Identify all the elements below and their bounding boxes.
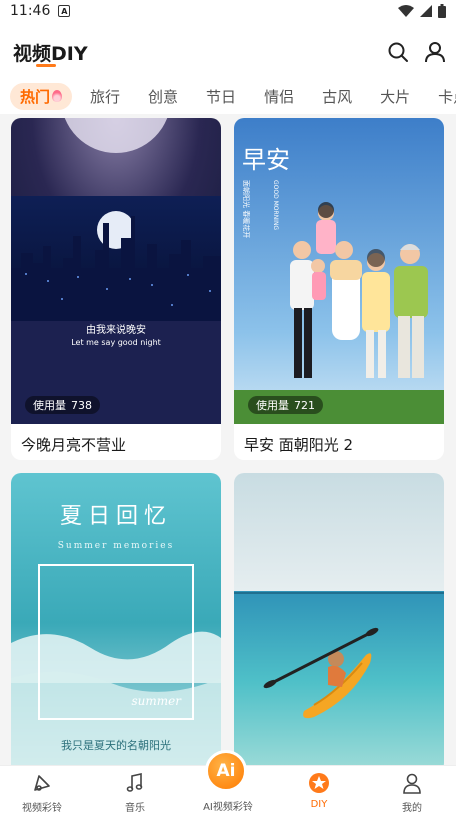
caption-en: Let me say good night xyxy=(71,338,161,347)
fire-icon xyxy=(52,90,63,102)
usage-count: 738 xyxy=(71,398,92,412)
tab-hot[interactable]: 热门 xyxy=(10,82,73,110)
summer-subtitle: Summer memories xyxy=(58,541,174,551)
nav-label: AI视频彩铃 xyxy=(203,802,253,813)
template-thumbnail: 早安 面朝阳光 春暖花开 GOOD MORNING 使用量 721 xyxy=(234,118,444,424)
title-underline xyxy=(36,64,56,67)
header: 视频DIY xyxy=(0,22,456,78)
tab-travel[interactable]: 旅行 xyxy=(90,86,120,107)
nav-label: 音乐 xyxy=(125,803,145,814)
usage-badge: 使用量 738 xyxy=(25,396,100,414)
screen: 11:46 A 视频DIY 热门 旅行 创意 节日 情侣 古风 大片 卡 由我来… xyxy=(0,0,456,815)
usage-label: 使用量 xyxy=(256,399,289,412)
music-note-icon xyxy=(126,773,143,792)
usage-count: 721 xyxy=(294,398,315,412)
profile-icon xyxy=(403,773,421,794)
nav-label: 我的 xyxy=(402,803,422,814)
tab-label: 热门 xyxy=(20,87,51,106)
template-grid: 由我来说晚安 Let me say good night 使用量 738 今晚月… xyxy=(0,118,456,765)
tab-blockbuster[interactable]: 大片 xyxy=(380,86,410,107)
tab-festival[interactable]: 节日 xyxy=(206,86,236,107)
bottom-nav: 视频彩铃 音乐 Ai AI视频彩铃 DIY 我的 xyxy=(0,750,456,815)
category-tabs: 热门 旅行 创意 节日 情侣 古风 大片 卡点 xyxy=(0,78,456,114)
kayak-image xyxy=(234,473,444,765)
tab-beat[interactable]: 卡点 xyxy=(438,86,456,107)
status-time: 11:46 xyxy=(10,3,51,19)
template-title: 今晚月亮不营业 xyxy=(21,436,127,454)
status-indicators xyxy=(398,4,446,18)
tab-creative[interactable]: 创意 xyxy=(148,86,178,107)
caption-cn: 由我来说晚安 xyxy=(86,323,146,336)
big-text: 早安 xyxy=(242,146,290,174)
user-icon[interactable] xyxy=(423,40,447,64)
usage-badge: 使用量 721 xyxy=(248,396,323,414)
summer-corner-text: summer xyxy=(132,694,183,708)
template-card[interactable]: 早安 面朝阳光 春暖花开 GOOD MORNING 使用量 721 早安 面朝阳… xyxy=(234,118,444,460)
nav-item-music[interactable]: 音乐 xyxy=(99,766,171,815)
en-text: GOOD MORNING xyxy=(272,180,279,230)
page-title: 视频DIY xyxy=(13,43,88,65)
usage-label: 使用量 xyxy=(33,399,66,412)
nav-item-me[interactable]: 我的 xyxy=(376,766,448,815)
moon-city-image: 由我来说晚安 Let me say good night xyxy=(11,118,221,424)
diy-star-icon xyxy=(309,773,329,793)
template-card[interactable]: 由我来说晚安 Let me say good night 使用量 738 今晚月… xyxy=(11,118,221,460)
template-thumbnail: 夏日回忆 Summer memories summer 我只是夏天的名朝阳光 xyxy=(11,473,221,765)
nav-label: DIY xyxy=(310,799,328,810)
template-thumbnail: 由我来说晚安 Let me say good night 使用量 738 xyxy=(11,118,221,424)
tab-couple[interactable]: 情侣 xyxy=(264,86,294,107)
nav-item-ringtone[interactable]: 视频彩铃 xyxy=(6,766,78,815)
summer-sea-image: 夏日回忆 Summer memories summer 我只是夏天的名朝阳光 xyxy=(11,473,221,765)
status-bar: 11:46 A xyxy=(0,0,456,22)
template-card[interactable] xyxy=(234,473,444,765)
search-icon[interactable] xyxy=(386,40,410,64)
battery-icon xyxy=(438,4,446,18)
tab-ancient[interactable]: 古风 xyxy=(322,86,352,107)
wifi-icon xyxy=(398,5,414,17)
template-card[interactable]: 夏日回忆 Summer memories summer 我只是夏天的名朝阳光 xyxy=(11,473,221,765)
template-title: 早安 面朝阳光 2 xyxy=(244,436,354,454)
signal-icon xyxy=(420,5,432,17)
nav-label: 视频彩铃 xyxy=(22,803,62,814)
ringtone-icon xyxy=(34,775,50,791)
side-text: 面朝阳光 春暖花开 xyxy=(242,180,251,238)
summer-bottom-text: 我只是夏天的名朝阳光 xyxy=(61,738,171,752)
nav-item-diy[interactable]: DIY xyxy=(283,766,355,815)
summer-title: 夏日回忆 xyxy=(60,504,172,529)
nav-item-ai-ringtone[interactable]: AI视频彩铃 xyxy=(190,766,266,815)
family-image: 早安 面朝阳光 春暖花开 GOOD MORNING xyxy=(234,118,444,424)
template-thumbnail xyxy=(234,473,444,765)
notification-icon: A xyxy=(58,5,71,17)
